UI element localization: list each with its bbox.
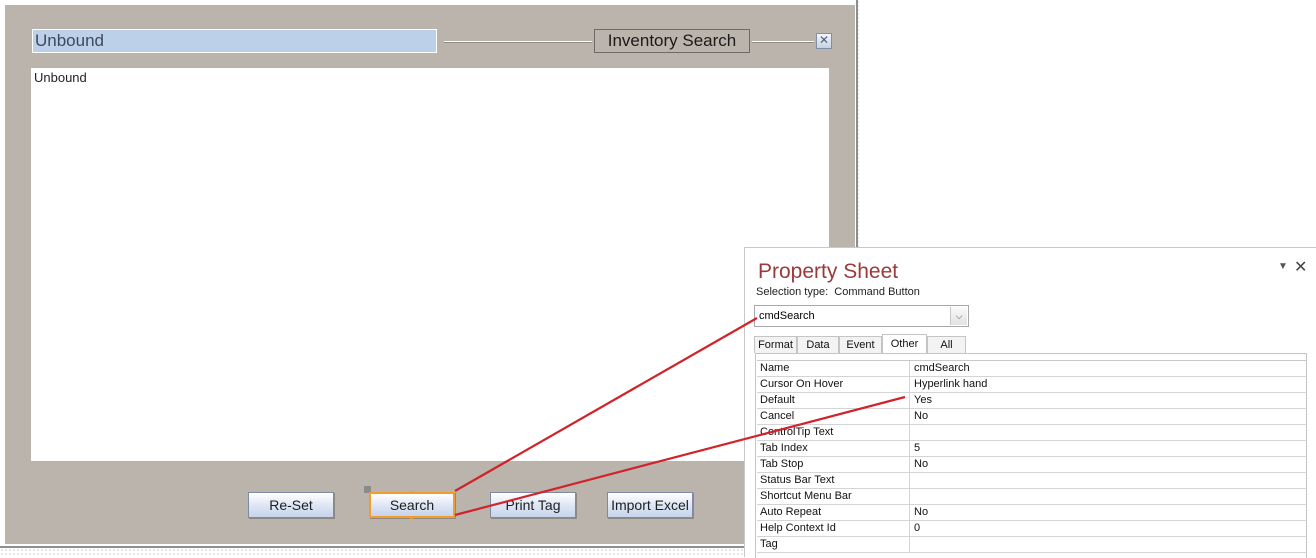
- property-value[interactable]: No: [911, 505, 1307, 520]
- property-value[interactable]: Yes: [911, 393, 1307, 408]
- property-value[interactable]: Hyperlink hand: [911, 377, 1307, 392]
- header-line-left: [444, 41, 592, 42]
- property-row[interactable]: Shortcut Menu Bar: [757, 489, 1307, 505]
- print-tag-button[interactable]: Print Tag: [490, 492, 576, 518]
- object-selector-value: cmdSearch: [759, 310, 815, 322]
- property-name: Name: [757, 361, 910, 376]
- property-row[interactable]: Auto Repeat No: [757, 505, 1307, 521]
- object-selector-dropdown[interactable]: cmdSearch ⌵: [754, 305, 969, 327]
- property-value[interactable]: [911, 473, 1307, 488]
- close-icon[interactable]: ✕: [1294, 257, 1307, 277]
- close-icon[interactable]: ✕: [816, 33, 832, 49]
- property-row[interactable]: Tab Stop No: [757, 457, 1307, 473]
- property-value[interactable]: No: [911, 409, 1307, 424]
- property-row[interactable]: ControlTip Text: [757, 425, 1307, 441]
- property-row[interactable]: Default Yes: [757, 393, 1307, 409]
- property-name: Help Context Id: [757, 521, 910, 536]
- property-value[interactable]: [911, 489, 1307, 504]
- chevron-down-icon[interactable]: ⌵: [950, 307, 967, 325]
- selection-type-label: Selection type:: [756, 286, 829, 298]
- search-button[interactable]: Search: [369, 492, 455, 518]
- chevron-down-icon[interactable]: ▼: [1278, 261, 1288, 272]
- property-sheet-pane[interactable]: Property Sheet ▼ ✕ Selection type: Comma…: [744, 247, 1316, 558]
- property-name: ControlTip Text: [757, 425, 910, 440]
- title-text-box[interactable]: Unbound: [32, 29, 437, 53]
- selection-type-value: Command Button: [834, 286, 920, 298]
- property-value[interactable]: cmdSearch: [911, 361, 1307, 376]
- property-row[interactable]: Tag: [757, 537, 1307, 553]
- property-name: Tab Index: [757, 441, 910, 456]
- property-grid: Name cmdSearch Cursor On Hover Hyperlink ha…: [755, 353, 1307, 558]
- property-name: Tag: [757, 537, 910, 552]
- property-name: Cursor On Hover: [757, 377, 910, 392]
- form-detail-section[interactable]: Unbound Inventory Search ✕ Unbound Re-Se…: [4, 4, 856, 545]
- property-name: Tab Stop: [757, 457, 910, 472]
- property-row[interactable]: Tab Index 5: [757, 441, 1307, 457]
- property-name: Default: [757, 393, 910, 408]
- selection-type: Selection type: Command Button: [756, 286, 920, 298]
- property-value[interactable]: 0: [911, 521, 1307, 536]
- property-row[interactable]: Status Bar Text: [757, 473, 1307, 489]
- property-name: Auto Repeat: [757, 505, 910, 520]
- property-row[interactable]: Help Context Id 0: [757, 521, 1307, 537]
- import-excel-button[interactable]: Import Excel: [607, 492, 693, 518]
- property-name: Status Bar Text: [757, 473, 910, 488]
- tab-format[interactable]: Format: [754, 336, 797, 353]
- inventory-search-label[interactable]: Inventory Search: [594, 29, 750, 53]
- form-design-surface[interactable]: Unbound Inventory Search ✕ Unbound Re-Se…: [0, 0, 858, 548]
- tab-data[interactable]: Data: [797, 336, 839, 353]
- resize-handle-top[interactable]: [410, 491, 413, 494]
- header-line-right: [752, 41, 814, 42]
- property-name: Cancel: [757, 409, 910, 424]
- tab-event[interactable]: Event: [839, 336, 882, 353]
- property-value[interactable]: No: [911, 457, 1307, 472]
- results-subform[interactable]: Unbound: [31, 68, 829, 461]
- property-value[interactable]: 5: [911, 441, 1307, 456]
- property-row[interactable]: Name cmdSearch: [757, 361, 1307, 377]
- resize-handle-bottom[interactable]: [410, 516, 413, 519]
- property-value[interactable]: [911, 425, 1307, 440]
- property-row[interactable]: Cancel No: [757, 409, 1307, 425]
- property-sheet-title: Property Sheet: [758, 260, 899, 283]
- reset-button[interactable]: Re-Set: [248, 492, 334, 518]
- property-name: Shortcut Menu Bar: [757, 489, 910, 504]
- tab-all[interactable]: All: [927, 336, 966, 353]
- property-row[interactable]: Cursor On Hover Hyperlink hand: [757, 377, 1307, 393]
- property-rows: Name cmdSearch Cursor On Hover Hyperlink ha…: [757, 360, 1307, 553]
- subform-source-label: Unbound: [34, 70, 87, 85]
- property-value[interactable]: [911, 537, 1307, 552]
- tab-other[interactable]: Other: [882, 334, 927, 354]
